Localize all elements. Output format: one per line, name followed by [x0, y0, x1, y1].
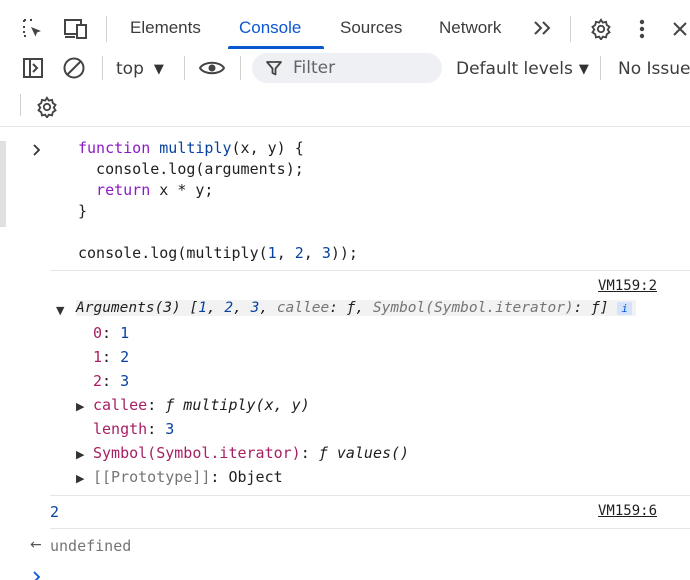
more-options-icon[interactable] — [632, 16, 652, 42]
tab-network[interactable]: Network — [439, 18, 501, 38]
console-toolbar-row-2 — [0, 86, 690, 127]
property-row-iterator[interactable]: Symbol(Symbol.iterator): ƒ values() — [93, 444, 409, 462]
issues-counter[interactable]: No Issues — [618, 59, 690, 79]
console-messages: function multiply(x, y) { console.log(ar… — [0, 127, 690, 580]
log-levels-label: Default levels — [456, 59, 573, 79]
device-toolbar-icon[interactable] — [62, 16, 90, 42]
property-row: 1: 2 — [93, 348, 130, 366]
active-tab-indicator — [228, 46, 324, 49]
message-divider — [50, 495, 690, 496]
log-value: 2 — [50, 503, 60, 521]
filter-placeholder: Filter — [293, 58, 336, 78]
divider — [570, 16, 571, 42]
code-line: function multiply(x, y) { — [78, 139, 304, 157]
inspect-element-icon[interactable] — [20, 16, 46, 42]
divider — [184, 56, 185, 80]
input-prompt-chevron-icon[interactable] — [32, 570, 42, 580]
more-tabs-icon[interactable] — [530, 16, 554, 40]
expand-triangle-icon[interactable]: ▼ — [56, 304, 64, 317]
code-line: console.log(multiply(1, 2, 3)); — [78, 244, 358, 262]
source-link[interactable]: VM159:6 — [598, 503, 657, 519]
tab-sources[interactable]: Sources — [340, 18, 402, 38]
filter-funnel-icon — [266, 61, 282, 76]
context-label: top — [116, 59, 144, 79]
expand-triangle-icon[interactable]: ▶ — [76, 400, 84, 413]
code-line: console.log(arguments); — [78, 160, 304, 178]
message-divider — [50, 270, 690, 271]
property-row-callee[interactable]: callee: ƒ multiply(x, y) — [93, 396, 310, 414]
context-selector[interactable]: top ▼ — [116, 58, 164, 80]
clear-console-icon[interactable] — [61, 55, 87, 81]
filter-input[interactable]: Filter — [252, 53, 442, 83]
return-value: undefined — [50, 537, 132, 555]
code-line: return x * y; — [78, 181, 214, 199]
property-row: 0: 1 — [93, 324, 130, 342]
sidebar-toggle-icon[interactable] — [20, 55, 46, 81]
settings-gear-icon[interactable] — [588, 16, 614, 42]
input-prompt-chevron-icon — [33, 144, 41, 156]
expand-triangle-icon[interactable]: ▶ — [76, 448, 84, 461]
console-toolbar: top ▼ Filter Default levels ▼ No Issues — [0, 50, 690, 86]
return-arrow-icon: ← — [30, 537, 42, 553]
divider — [102, 56, 103, 80]
close-icon[interactable] — [670, 16, 690, 42]
scrollbar-thumb[interactable] — [0, 141, 6, 227]
code-line: } — [78, 202, 88, 220]
message-divider — [50, 528, 690, 529]
devtools-tab-bar: Elements Console Sources Network — [0, 0, 690, 51]
property-row-length: length: 3 — [93, 420, 175, 438]
divider — [20, 94, 21, 116]
console-settings-gear-icon[interactable] — [34, 94, 60, 120]
tab-elements[interactable]: Elements — [130, 18, 201, 38]
property-row-prototype[interactable]: [[Prototype]]: Object — [93, 468, 283, 486]
dropdown-triangle-icon: ▼ — [578, 61, 589, 77]
divider — [600, 56, 601, 80]
divider — [106, 16, 107, 42]
source-link[interactable]: VM159:2 — [598, 278, 657, 294]
divider — [240, 56, 241, 80]
info-icon[interactable]: i — [617, 302, 632, 315]
live-expression-eye-icon[interactable] — [196, 55, 228, 81]
property-row: 2: 3 — [93, 372, 130, 390]
expand-triangle-icon[interactable]: ▶ — [76, 472, 84, 485]
arguments-summary[interactable]: Arguments(3) [1, 2, 3, callee: ƒ, Symbol… — [76, 300, 636, 316]
log-levels-dropdown[interactable]: Default levels ▼ — [456, 58, 589, 80]
tab-console[interactable]: Console — [239, 18, 301, 38]
dropdown-triangle-icon: ▼ — [153, 61, 164, 77]
